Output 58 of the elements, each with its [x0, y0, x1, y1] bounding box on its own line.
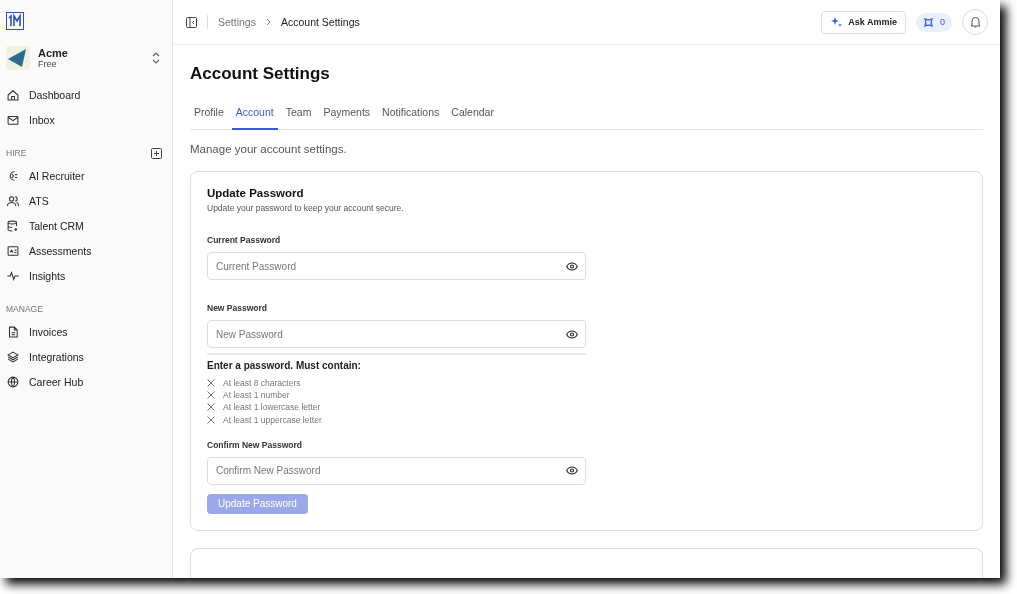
- nav-item[interactable]: AI Recruiter: [6, 163, 164, 188]
- chevron-icon: [265, 18, 271, 26]
- card-title: Update Password: [207, 187, 304, 199]
- intro-text: Manage your account settings.: [190, 143, 348, 155]
- nav-item[interactable]: Invoices: [6, 319, 164, 344]
- breadcrumb-item: Account Settings: [280, 16, 360, 28]
- tab[interactable]: Payments: [319, 106, 375, 130]
- globe-icon: [6, 374, 20, 389]
- doc-icon: [6, 324, 20, 339]
- requirement-text: At least 1 uppercase letter: [223, 414, 322, 425]
- expand-icon[interactable]: [152, 52, 160, 64]
- home-icon: [6, 87, 20, 102]
- field-label: Current Password: [207, 235, 281, 245]
- card-subtitle: Update your password to keep your account secure.: [207, 203, 404, 213]
- eye-icon[interactable]: [566, 329, 578, 339]
- field-label: Confirm New Password: [207, 439, 302, 450]
- password-field[interactable]: New Password: [207, 320, 586, 348]
- nav-item[interactable]: Career Hub: [6, 369, 164, 394]
- requirement-text: At least 1 lowercase letter: [223, 402, 321, 413]
- sparkle-icon: [830, 16, 843, 28]
- eye-icon[interactable]: [566, 466, 578, 476]
- requirement-text: At least 1 number: [223, 389, 290, 400]
- credits-icon: [923, 16, 934, 28]
- credits-button[interactable]: 0: [916, 12, 952, 32]
- nav-item[interactable]: Assessments: [6, 238, 164, 263]
- section-title: MANAGE: [6, 304, 43, 314]
- page-title: Account Settings: [190, 64, 331, 84]
- tab[interactable]: Notifications: [378, 106, 444, 130]
- section-title: HIRE: [6, 148, 27, 158]
- nav-item[interactable]: Talent CRM: [6, 213, 164, 238]
- password-field[interactable]: Current Password: [207, 252, 586, 280]
- password-field[interactable]: Confirm New Password: [207, 456, 586, 485]
- workspace-plan: Free: [38, 59, 58, 69]
- workspace-avatar: [6, 46, 30, 70]
- eye-icon[interactable]: [566, 261, 578, 271]
- nav-item[interactable]: Inbox: [6, 107, 164, 132]
- notifications-button[interactable]: [962, 9, 988, 35]
- workspace-name: Acme: [38, 47, 69, 59]
- nav-item[interactable]: ATS: [6, 188, 164, 213]
- tab[interactable]: Calendar: [447, 106, 498, 130]
- nav-item[interactable]: Insights: [6, 263, 164, 288]
- nav-item[interactable]: Integrations: [6, 344, 164, 369]
- nav-item[interactable]: Dashboard: [6, 82, 164, 107]
- layers-icon: [6, 349, 20, 364]
- requirement-text: At least 8 characters: [223, 377, 301, 388]
- requirements-title: Enter a password. Must contain:: [207, 360, 361, 372]
- breadcrumb-item[interactable]: Settings: [218, 16, 256, 28]
- sidebar-toggle-icon[interactable]: [186, 16, 197, 28]
- field-label: New Password: [207, 303, 267, 313]
- users-icon: [6, 193, 20, 208]
- tab[interactable]: Account: [231, 106, 278, 130]
- pulse-icon: [6, 268, 20, 283]
- ask-button[interactable]: Ask Ammie: [821, 10, 906, 34]
- tab[interactable]: Team: [281, 106, 316, 130]
- logo-icon: [6, 12, 24, 30]
- add-icon[interactable]: [151, 147, 162, 159]
- bell-icon: [969, 16, 981, 28]
- tab[interactable]: Profile: [190, 106, 228, 130]
